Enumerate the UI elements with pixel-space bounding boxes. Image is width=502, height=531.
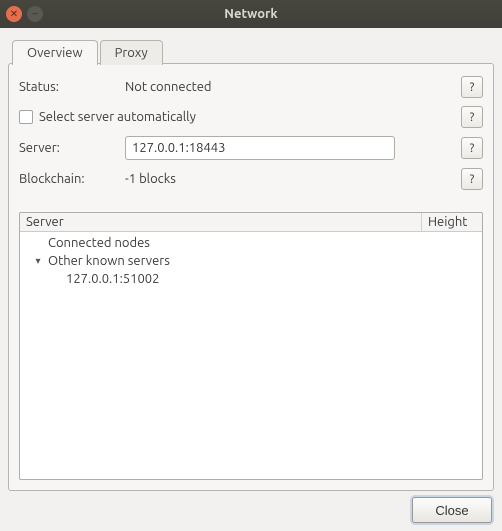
tab-pane-overview: Status: Not connected ? Select server au…	[8, 63, 494, 491]
tree-row-connected[interactable]: Connected nodes	[20, 234, 482, 252]
tree-header-height[interactable]: Height	[422, 213, 482, 231]
tree-row-other[interactable]: ▾ Other known servers	[20, 252, 482, 270]
blockchain-label: Blockchain:	[19, 172, 119, 186]
help-button-status[interactable]: ?	[461, 76, 483, 98]
tree-body[interactable]: Connected nodes ▾ Other known servers 12…	[20, 232, 482, 479]
status-value: Not connected	[125, 80, 455, 94]
chevron-down-icon[interactable]: ▾	[32, 255, 44, 267]
tree-row-other-child[interactable]: 127.0.0.1:51002	[20, 270, 482, 288]
tree-header-server[interactable]: Server	[20, 213, 422, 231]
server-tree: Server Height Connected nodes ▾ Other kn…	[19, 212, 483, 480]
blockchain-value: -1 blocks	[125, 172, 455, 186]
tab-overview[interactable]: Overview	[12, 40, 98, 65]
checkbox-icon	[19, 110, 33, 124]
status-label: Status:	[19, 80, 119, 94]
window-body: Overview Proxy Status: Not connected ? S…	[0, 28, 502, 531]
help-button-server[interactable]: ?	[461, 137, 483, 159]
close-button[interactable]: Close	[412, 497, 492, 523]
tabstrip: Overview Proxy	[8, 36, 494, 64]
tab-proxy[interactable]: Proxy	[100, 40, 163, 65]
help-button-blockchain[interactable]: ?	[461, 168, 483, 190]
auto-select-checkbox[interactable]: Select server automatically	[19, 110, 455, 124]
minimize-window-icon[interactable]: –	[27, 6, 43, 22]
server-input[interactable]	[125, 136, 395, 160]
tree-header: Server Height	[20, 213, 482, 232]
server-label: Server:	[19, 141, 119, 155]
auto-select-label: Select server automatically	[39, 110, 196, 124]
help-button-auto[interactable]: ?	[461, 106, 483, 128]
window-title: Network	[0, 7, 502, 21]
close-window-icon[interactable]: ✕	[6, 6, 22, 22]
dialog-footer: Close	[8, 491, 494, 523]
titlebar: ✕ – Network	[0, 0, 502, 28]
